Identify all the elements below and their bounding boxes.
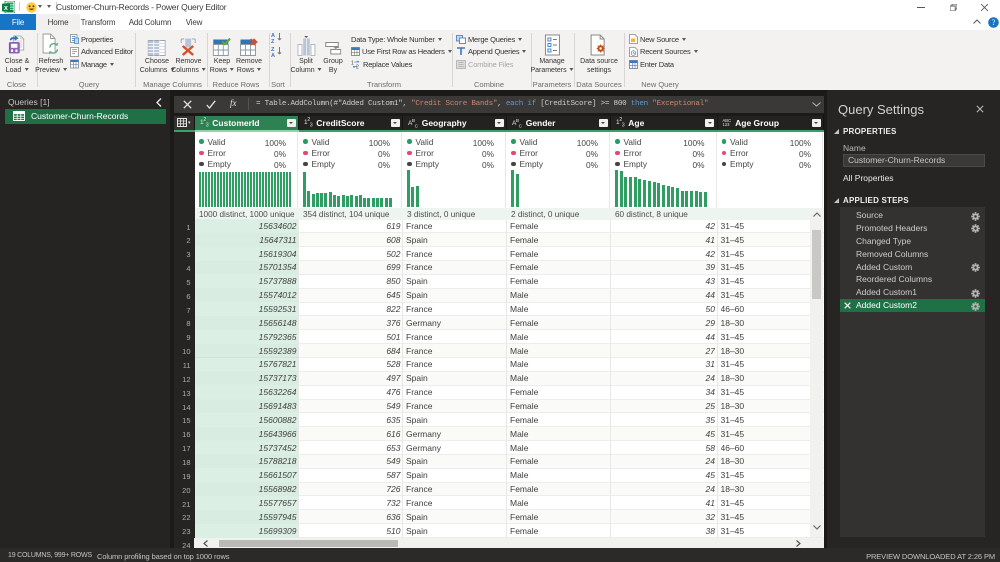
svg-text:1: 1 xyxy=(351,60,354,66)
svg-text:x: x xyxy=(4,5,8,12)
svg-text:A: A xyxy=(271,53,275,57)
svg-text:?: ? xyxy=(992,18,996,27)
svg-text:Z: Z xyxy=(271,39,275,43)
